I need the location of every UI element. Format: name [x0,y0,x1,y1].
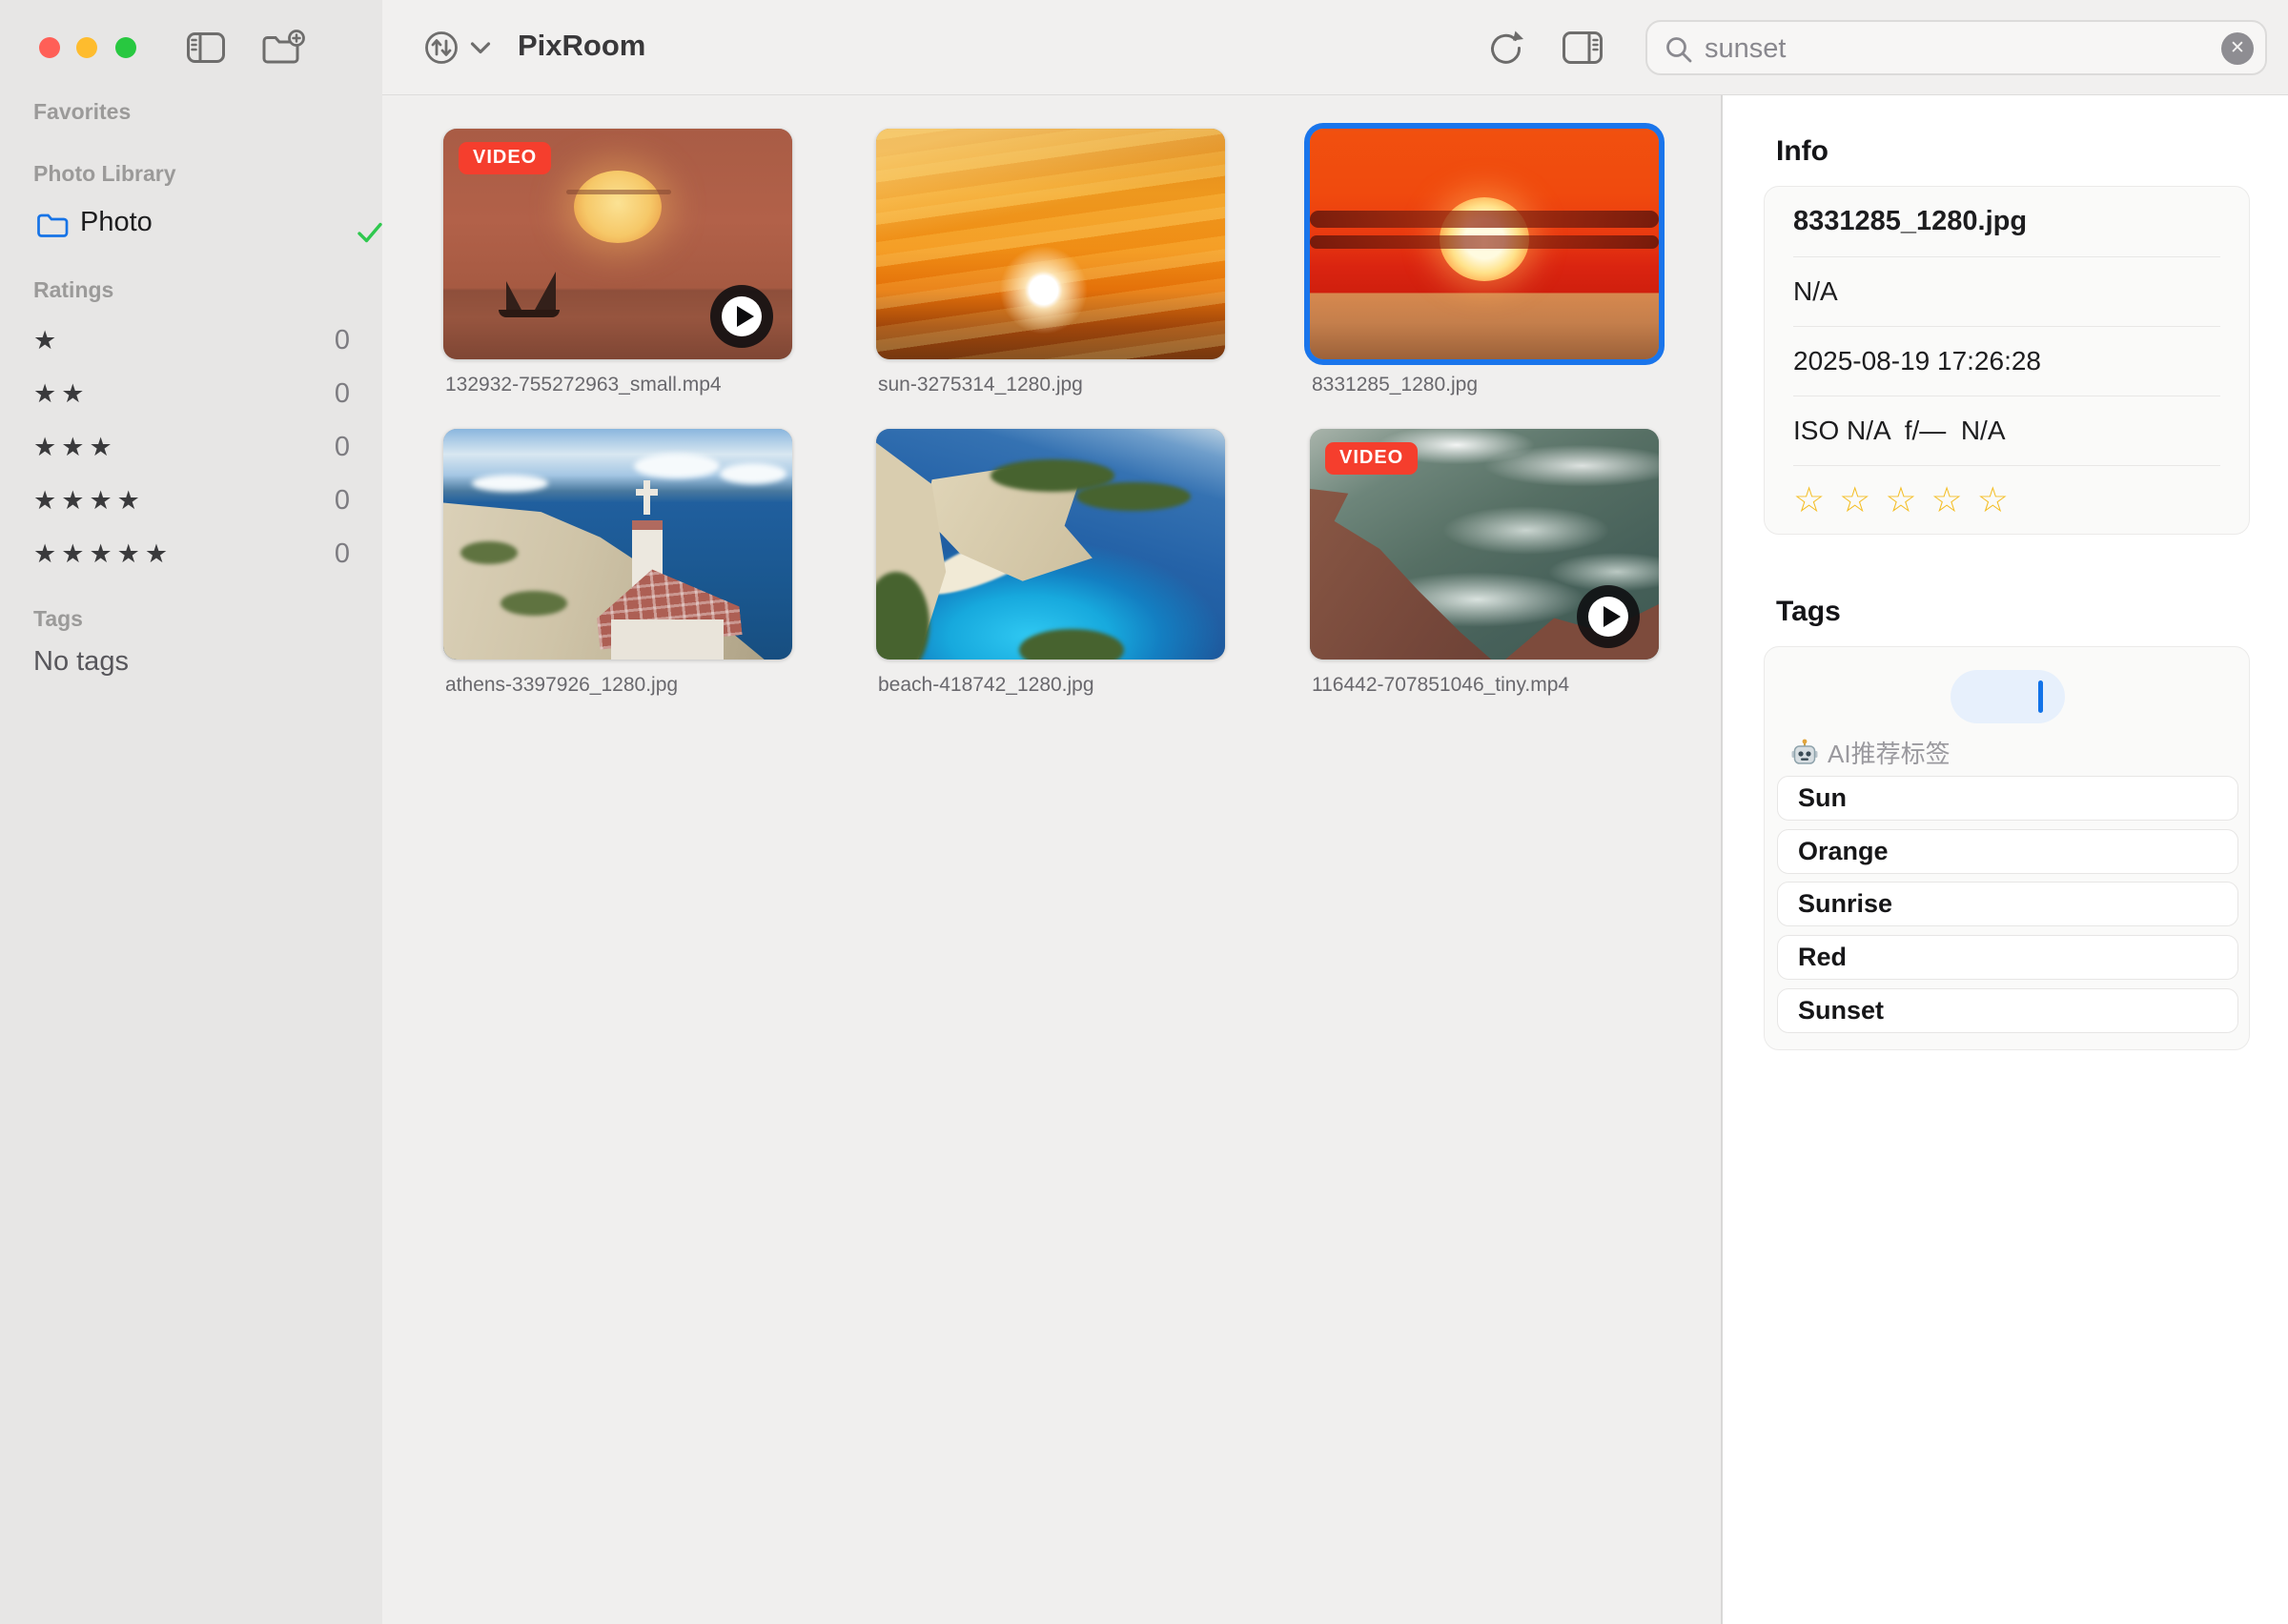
search-icon [1664,34,1694,65]
folder-icon [36,211,69,238]
ai-suggestions-row: AI推荐标签 [1790,735,1951,765]
star-icon: ★★★★ [33,480,145,520]
thumbnail-grid: VIDEO 132932-755272963_small.mp4 sun-327… [382,95,1722,1624]
star-icon: ★ [33,320,61,360]
toolbar: PixRoom ✕ [382,0,2288,95]
info-camera: N/A [1793,256,2220,327]
window-title: PixRoom [518,29,645,63]
thumbnail-image [876,129,1225,359]
traffic-light-minimize-button[interactable] [76,37,97,58]
star-outline-icon: ☆ [1839,480,1885,519]
search-input[interactable] [1703,28,2183,70]
thumbnail-filename: 116442-707851046_tiny.mp4 [1310,674,1663,697]
sidebar-rating-1[interactable]: ★ 0 [0,320,382,360]
video-badge: VIDEO [1325,442,1418,475]
thumbnail-selected[interactable] [1310,129,1659,359]
text-cursor [2038,680,2043,713]
star-outline-icon: ☆ [1793,480,1839,519]
sidebar-item-photo[interactable]: Photo [0,202,382,246]
info-panel-heading: Info [1776,135,1828,168]
grid-item-image-2[interactable]: sun-3275314_1280.jpg [876,129,1229,396]
tag-suggestion-button[interactable]: Red [1777,935,2238,980]
info-filename: 8331285_1280.jpg [1793,187,2220,257]
favorites-heading: Favorites [33,99,131,125]
sidebar-rating-5[interactable]: ★★★★★ 0 [0,534,382,574]
no-tags-label: No tags [33,646,129,678]
tag-input[interactable] [1951,670,2065,723]
thumbnail[interactable]: VIDEO [1310,429,1659,660]
ai-suggestions-label: AI推荐标签 [1828,740,1951,768]
grid-item-video-1[interactable]: VIDEO 132932-755272963_small.mp4 [443,129,796,396]
clear-search-icon[interactable]: ✕ [2221,32,2254,65]
traffic-light-close-button[interactable] [39,37,60,58]
photo-library-heading: Photo Library [33,161,176,187]
tag-suggestion-button[interactable]: Sunrise [1777,882,2238,926]
traffic-light-zoom-button[interactable] [115,37,136,58]
play-button-icon[interactable] [710,285,773,348]
thumbnail[interactable] [876,429,1225,660]
thumbnail[interactable] [443,429,792,660]
sidebar-toggle-icon[interactable] [187,32,225,68]
tag-suggestion-button[interactable]: Sunset [1777,988,2238,1033]
star-outline-icon: ☆ [1931,480,1977,519]
sidebar: Favorites Photo Library Photo Ratings ★ … [0,0,383,1624]
rating-stars-control[interactable]: ☆☆☆☆☆ [1793,465,2220,536]
rating-count: 0 [335,534,350,574]
tags-card: AI推荐标签 Sun Orange Sunrise Red Sunset [1764,646,2250,1050]
rating-count: 0 [335,480,350,520]
star-icon: ★★★★★ [33,534,173,574]
refresh-icon[interactable] [1486,28,1526,68]
grid-item-image-3-selected[interactable]: 8331285_1280.jpg [1310,129,1663,396]
info-exposure: ISO N/A f/— N/A [1793,396,2220,466]
thumbnail-filename: 8331285_1280.jpg [1310,374,1663,396]
chevron-down-icon[interactable] [470,41,491,60]
grid-item-image-5[interactable]: beach-418742_1280.jpg [876,429,1229,697]
rating-count: 0 [335,427,350,467]
robot-icon [1790,739,1819,767]
info-panel-toggle-icon[interactable] [1563,31,1603,64]
thumbnail[interactable]: VIDEO [443,129,792,359]
info-card: 8331285_1280.jpg N/A 2025-08-19 17:26:28… [1764,186,2250,535]
rating-count: 0 [335,374,350,414]
star-icon: ★★★ [33,427,117,467]
tag-suggestion-button[interactable]: Sun [1777,776,2238,821]
tag-suggestion-button[interactable]: Orange [1777,829,2238,874]
tags-heading-sidebar: Tags [33,606,83,632]
thumbnail-filename: sun-3275314_1280.jpg [876,374,1229,396]
sidebar-rating-2[interactable]: ★★ 0 [0,374,382,414]
ratings-heading: Ratings [33,277,113,303]
sort-order-icon[interactable] [423,30,460,66]
thumbnail-filename: beach-418742_1280.jpg [876,674,1229,697]
star-outline-icon: ☆ [1977,480,2023,519]
rating-count: 0 [335,320,350,360]
star-icon: ★★ [33,374,89,414]
tags-panel-heading: Tags [1776,596,1841,628]
sidebar-rating-4[interactable]: ★★★★ 0 [0,480,382,520]
grid-item-image-4[interactable]: athens-3397926_1280.jpg [443,429,796,697]
search-field[interactable]: ✕ [1645,20,2267,75]
thumbnail-filename: athens-3397926_1280.jpg [443,674,796,697]
grid-item-video-6[interactable]: VIDEO 116442-707851046_tiny.mp4 [1310,429,1663,697]
sidebar-rating-3[interactable]: ★★★ 0 [0,427,382,467]
sidebar-item-label: Photo [80,207,153,238]
info-panel: Info 8331285_1280.jpg N/A 2025-08-19 17:… [1722,95,2288,1624]
thumbnail[interactable] [876,129,1225,359]
star-outline-icon: ☆ [1885,480,1930,519]
thumbnail-filename: 132932-755272963_small.mp4 [443,374,796,396]
info-datetime: 2025-08-19 17:26:28 [1793,326,2220,396]
new-folder-icon[interactable] [261,30,305,71]
video-badge: VIDEO [459,142,551,174]
play-button-icon[interactable] [1577,585,1640,648]
